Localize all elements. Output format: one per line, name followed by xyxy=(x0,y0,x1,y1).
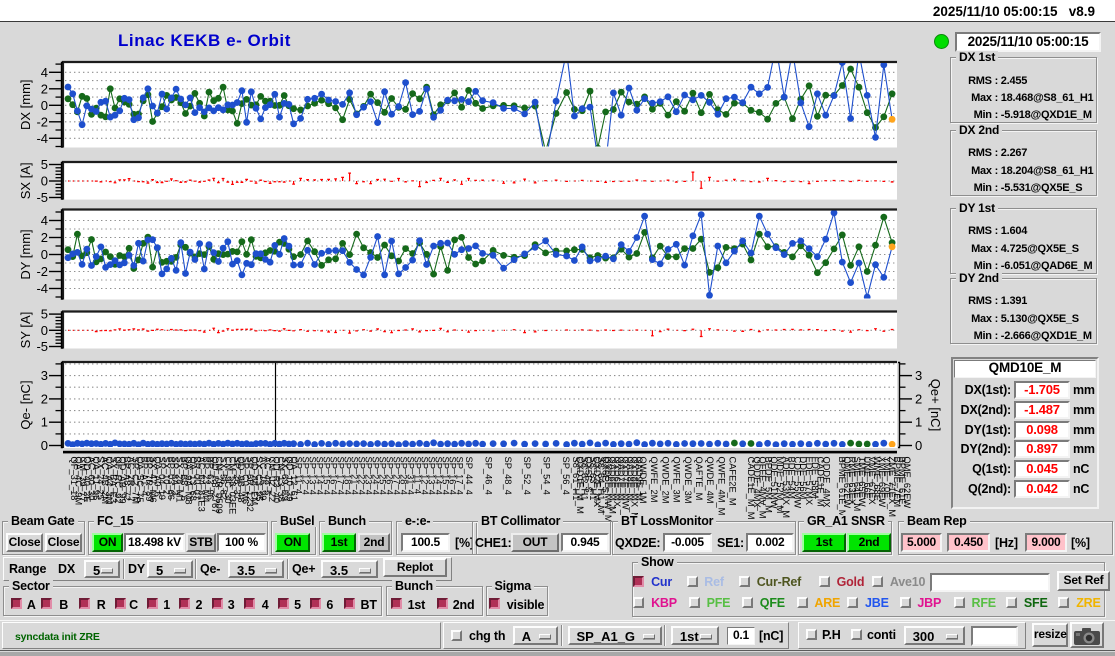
svg-text:0: 0 xyxy=(915,438,922,453)
svg-text:0: 0 xyxy=(41,438,48,453)
svg-text:2: 2 xyxy=(41,391,48,406)
svg-text:2: 2 xyxy=(915,391,922,406)
svg-text:SP_46_4: SP_46_4 xyxy=(483,457,493,495)
svg-text:3: 3 xyxy=(915,368,922,383)
svg-text:Qe+ [nC]: Qe+ [nC] xyxy=(928,379,943,431)
svg-text:SP_56_4: SP_56_4 xyxy=(561,457,571,495)
svg-text:SP_54_4: SP_54_4 xyxy=(542,457,552,495)
svg-text:5: 5 xyxy=(41,157,48,172)
svg-text:QWFE_3M: QWFE_3M xyxy=(672,457,682,503)
svg-text:-2: -2 xyxy=(36,264,48,279)
svg-text:CAFE2E_M: CAFE2E_M xyxy=(728,457,738,506)
svg-text:SP_44_4: SP_44_4 xyxy=(464,457,474,495)
svg-text:-4: -4 xyxy=(36,131,48,146)
svg-text:SP_48_4: SP_48_4 xyxy=(503,457,513,495)
svg-text:DY [mm]: DY [mm] xyxy=(18,229,33,279)
svg-text:1: 1 xyxy=(41,415,48,430)
svg-text:-5: -5 xyxy=(36,339,48,354)
svg-text:DX [mm]: DX [mm] xyxy=(18,79,33,130)
svg-text:QWDE_2M: QWDE_2M xyxy=(660,457,670,504)
svg-text:Qe- [nC]: Qe- [nC] xyxy=(18,380,33,429)
svg-text:0: 0 xyxy=(41,174,48,189)
svg-text:0: 0 xyxy=(41,98,48,113)
svg-text:QME_62EW: QME_62EW xyxy=(902,457,912,509)
svg-text:0: 0 xyxy=(41,247,48,262)
svg-text:SY [A]: SY [A] xyxy=(18,312,33,349)
svg-text:3: 3 xyxy=(41,368,48,383)
svg-text:2: 2 xyxy=(41,230,48,245)
svg-text:-2: -2 xyxy=(36,114,48,129)
svg-text:QWDE_4M: QWDE_4M xyxy=(705,457,715,504)
svg-text:4: 4 xyxy=(41,213,48,228)
svg-text:5: 5 xyxy=(41,307,48,322)
svg-text:4: 4 xyxy=(41,65,48,80)
svg-text:SP_52_4: SP_52_4 xyxy=(522,457,532,495)
svg-text:2: 2 xyxy=(41,81,48,96)
svg-text:QWFE_2M: QWFE_2M xyxy=(649,457,659,503)
svg-text:SX [A]: SX [A] xyxy=(18,162,33,199)
svg-text:-4: -4 xyxy=(36,281,48,296)
svg-text:QDDE_4MX: QDDE_4MX xyxy=(821,457,831,508)
svg-text:QAFTE_M: QAFTE_M xyxy=(694,457,704,501)
svg-text:0: 0 xyxy=(41,323,48,338)
svg-text:1: 1 xyxy=(915,415,922,430)
svg-text:SP_17_4: SP_17_4 xyxy=(454,457,464,495)
svg-text:QWFE_4M_M: QWFE_4M_M xyxy=(716,457,726,516)
svg-text:QWDE_1M: QWDE_1M xyxy=(638,457,648,504)
svg-text:QWDE_3M: QWDE_3M xyxy=(683,457,693,504)
svg-text:-5: -5 xyxy=(36,190,48,205)
